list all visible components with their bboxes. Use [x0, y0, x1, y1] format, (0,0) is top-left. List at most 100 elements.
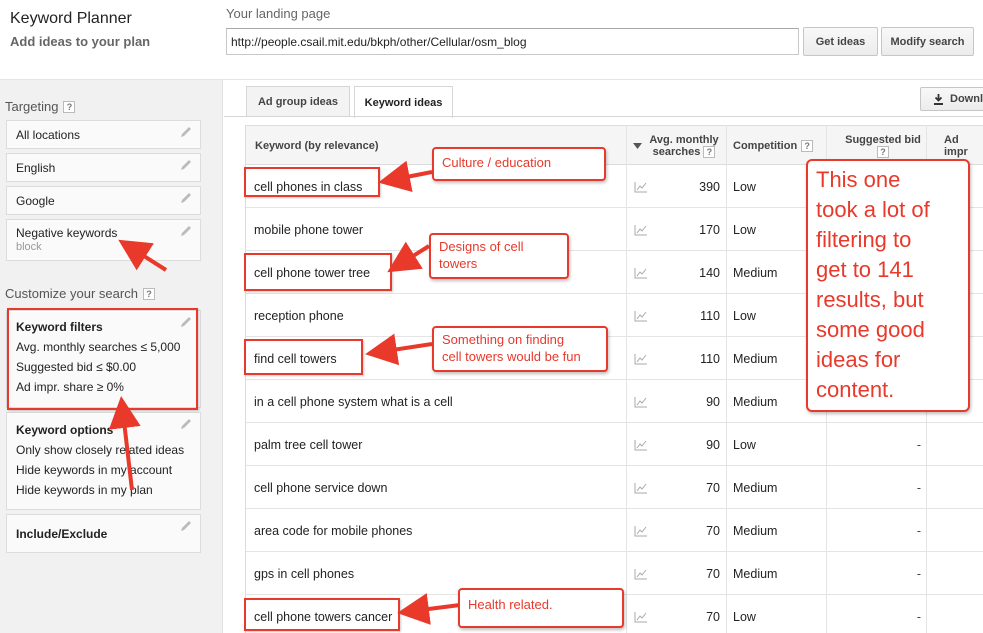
- table-row: palm tree cell tower 90 Low -: [246, 423, 983, 466]
- help-icon[interactable]: ?: [703, 146, 716, 158]
- annotation-line: towers: [439, 256, 478, 271]
- callout-line: get to 141: [816, 257, 914, 282]
- pencil-icon[interactable]: [179, 125, 193, 139]
- negative-keywords-box[interactable]: Negative keywords block: [6, 219, 201, 261]
- suggested-bid-cell: -: [916, 523, 921, 538]
- keyword-cell[interactable]: reception phone: [254, 294, 344, 337]
- competition-cell: Medium: [733, 523, 778, 538]
- keyword-cell[interactable]: in a cell phone system what is a cell: [254, 380, 453, 423]
- avg-header-line2: searches: [652, 146, 701, 158]
- table-row: cell phone service down 70 Medium -: [246, 466, 983, 509]
- keyword-options-title: Keyword options: [16, 423, 114, 437]
- annotation-line: Designs of cell: [439, 239, 524, 254]
- competition-cell: Low: [733, 222, 756, 237]
- negative-keywords-title: Negative keywords: [16, 226, 118, 240]
- help-icon[interactable]: ?: [877, 146, 889, 158]
- help-icon[interactable]: ?: [801, 140, 814, 152]
- network-value: Google: [16, 194, 55, 208]
- download-button[interactable]: Downl: [920, 87, 983, 111]
- highlight-box: [244, 598, 400, 631]
- get-ideas-button[interactable]: Get ideas: [803, 27, 878, 56]
- suggested-bid-cell: -: [916, 480, 921, 495]
- option-line: Hide keywords in my plan: [16, 483, 153, 497]
- download-icon: [934, 93, 943, 105]
- targeting-section: Targeting ?: [5, 99, 76, 114]
- landing-page-input[interactable]: [226, 28, 799, 55]
- tab-keyword-ideas[interactable]: Keyword ideas: [354, 86, 453, 118]
- language-box[interactable]: English: [6, 153, 201, 182]
- help-icon[interactable]: ?: [142, 287, 155, 300]
- language-value: English: [16, 161, 56, 175]
- competition-header: Competition: [733, 140, 798, 152]
- competition-cell: Low: [733, 437, 756, 452]
- suggested-bid-cell: -: [916, 609, 921, 624]
- annotation-line: cell towers would be fun: [442, 349, 581, 364]
- help-icon[interactable]: ?: [63, 100, 76, 113]
- avg-searches-cell: 70: [706, 609, 720, 624]
- highlight-box: [244, 167, 380, 197]
- pencil-icon[interactable]: [179, 191, 193, 205]
- network-box[interactable]: Google: [6, 186, 201, 215]
- avg-searches-cell: 90: [706, 394, 720, 409]
- annotation-note: Health related.: [458, 588, 624, 628]
- download-label: Downl: [950, 93, 983, 105]
- avg-searches-cell: 110: [700, 308, 720, 323]
- competition-cell: Medium: [733, 566, 778, 581]
- annotation-note: Culture / education: [432, 147, 606, 181]
- option-line: Hide keywords in my account: [16, 463, 173, 477]
- tab-ad-group-ideas[interactable]: Ad group ideas: [246, 86, 350, 117]
- suggested-bid-cell: -: [916, 437, 921, 452]
- keyword-cell[interactable]: gps in cell phones: [254, 552, 354, 595]
- column-competition[interactable]: Competition ?: [733, 126, 814, 166]
- competition-cell: Medium: [733, 265, 778, 280]
- modify-search-button[interactable]: Modify search: [881, 27, 974, 56]
- avg-searches-cell: 90: [706, 437, 720, 452]
- annotation-callout: This one took a lot of filtering to get …: [806, 159, 970, 412]
- tab-divider: [224, 116, 983, 117]
- competition-cell: Medium: [733, 351, 778, 366]
- callout-line: ideas for: [816, 347, 901, 372]
- customize-title: Customize your search: [5, 286, 138, 301]
- tab-bar: Ad group ideas Keyword ideas: [224, 80, 983, 118]
- avg-searches-cell: 110: [700, 351, 720, 366]
- option-line: Only show closely related ideas: [16, 443, 185, 457]
- locations-box[interactable]: All locations: [6, 120, 201, 149]
- keyword-options-box[interactable]: Keyword options Only show closely relate…: [6, 412, 201, 510]
- bid-header: Suggested bid: [845, 134, 921, 146]
- locations-value: All locations: [16, 128, 81, 142]
- sort-desc-icon[interactable]: [633, 126, 642, 166]
- annotation-note: Designs of cell towers: [429, 233, 569, 279]
- column-divider: [626, 125, 627, 633]
- keyword-cell[interactable]: area code for mobile phones: [254, 509, 412, 552]
- pencil-icon[interactable]: [179, 158, 193, 172]
- app-subtitle: Add ideas to your plan: [10, 34, 151, 49]
- include-exclude-box[interactable]: Include/Exclude: [6, 514, 201, 553]
- keyword-cell[interactable]: mobile phone tower: [254, 208, 363, 251]
- avg-searches-cell: 70: [706, 523, 720, 538]
- include-exclude-title: Include/Exclude: [16, 527, 108, 541]
- app-title: Keyword Planner: [10, 10, 132, 27]
- callout-line: This one: [816, 167, 901, 192]
- targeting-title: Targeting: [5, 99, 59, 114]
- avg-searches-cell: 70: [706, 480, 720, 495]
- callout-line: filtering to: [816, 227, 912, 252]
- avg-header-line1: Avg. monthly: [649, 134, 719, 146]
- highlight-box: [244, 339, 363, 375]
- competition-cell: Medium: [733, 480, 778, 495]
- highlight-box: [7, 308, 198, 410]
- competition-cell: Low: [733, 609, 756, 624]
- column-avg-monthly-searches[interactable]: Avg. monthly searches ?: [646, 126, 722, 166]
- competition-cell: Low: [733, 179, 756, 194]
- pencil-icon[interactable]: [179, 224, 193, 238]
- column-keyword[interactable]: Keyword (by relevance): [255, 126, 379, 166]
- competition-cell: Low: [733, 308, 756, 323]
- pencil-icon[interactable]: [179, 519, 193, 533]
- customize-section: Customize your search ?: [5, 286, 155, 301]
- keyword-cell[interactable]: palm tree cell tower: [254, 423, 362, 466]
- callout-line: some good: [816, 317, 925, 342]
- suggested-bid-cell: -: [916, 566, 921, 581]
- negative-keywords-value: block: [16, 241, 42, 253]
- pencil-icon[interactable]: [179, 417, 193, 431]
- annotation-line: Something on finding: [442, 332, 565, 347]
- keyword-cell[interactable]: cell phone service down: [254, 466, 387, 509]
